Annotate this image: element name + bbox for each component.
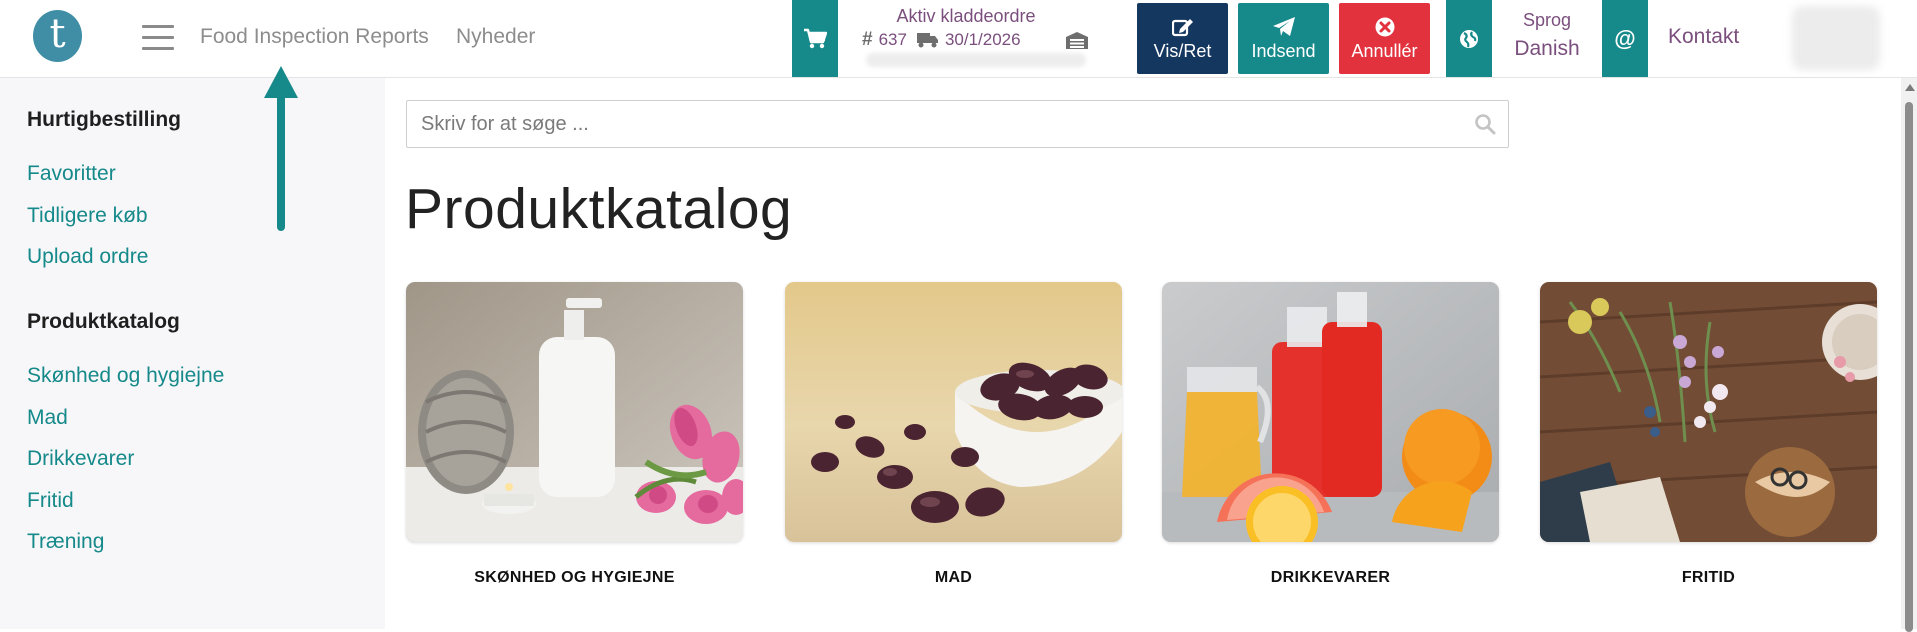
nav-news[interactable]: Nyheder [456, 25, 535, 49]
scrollbar[interactable] [1901, 78, 1917, 632]
nav-food-inspection-reports[interactable]: Food Inspection Reports [200, 25, 429, 49]
quick-order-heading: Hurtigbestilling [27, 108, 181, 131]
sidebar-item-upload-order[interactable]: Upload ordre [27, 245, 148, 269]
sidebar: Hurtigbestilling Favoritter Tidligere kø… [0, 78, 385, 629]
language-label: Sprog [1522, 10, 1572, 30]
category-label[interactable]: MAD [785, 569, 1122, 587]
order-detail-blurred [866, 53, 1086, 67]
cart-button[interactable] [792, 0, 838, 77]
annotation-arrow-icon [264, 66, 298, 231]
category-label[interactable]: SKØNHED OG HYGIEJNE [406, 569, 743, 587]
scroll-up-icon[interactable] [1905, 84, 1915, 91]
scroll-thumb[interactable] [1905, 102, 1913, 632]
sidebar-item-food[interactable]: Mad [27, 406, 68, 430]
edit-icon [1171, 19, 1193, 37]
search-box [406, 100, 1509, 148]
active-draft-order[interactable]: Aktiv kladdeordre # 637 30/1/2026 [838, 0, 1094, 77]
close-circle-icon [1375, 17, 1394, 37]
category-card-leisure[interactable]: FRITID [1540, 282, 1877, 587]
language-value: Danish [1514, 37, 1580, 60]
category-image-beauty-hygiene[interactable] [406, 282, 743, 542]
category-card-drinks[interactable]: DRIKKEVARER [1162, 282, 1499, 587]
avatar[interactable] [1792, 6, 1880, 70]
sidebar-item-drinks[interactable]: Drikkevarer [27, 447, 134, 471]
truck-icon [916, 33, 938, 48]
cancel-button[interactable]: Annullér [1339, 3, 1430, 74]
language-selector[interactable]: Sprog Danish [1492, 0, 1602, 77]
catalog-heading: Produktkatalog [27, 310, 180, 333]
category-image-leisure[interactable] [1540, 282, 1877, 542]
paper-plane-icon [1272, 17, 1295, 36]
view-edit-label: Vis/Ret [1153, 41, 1212, 61]
contact-button[interactable]: @ [1602, 0, 1648, 77]
category-image-food[interactable] [785, 282, 1122, 542]
at-icon: @ [1614, 25, 1636, 51]
order-title: Aktiv kladdeordre [896, 6, 1036, 26]
language-button[interactable] [1446, 0, 1492, 77]
submit-button[interactable]: Indsend [1238, 3, 1329, 74]
sidebar-item-previous-purchases[interactable]: Tidligere køb [27, 204, 148, 228]
logo[interactable]: t [33, 10, 82, 62]
sidebar-item-training[interactable]: Træning [27, 530, 104, 554]
category-card-beauty-hygiene[interactable]: SKØNHED OG HYGIEJNE [406, 282, 743, 587]
page-title: Produktkatalog [405, 177, 793, 241]
search-icon[interactable] [1474, 113, 1496, 135]
search-input[interactable] [421, 101, 1461, 147]
sidebar-item-beauty-hygiene[interactable]: Skønhed og hygiejne [27, 364, 224, 388]
contact-link[interactable]: Kontakt [1668, 25, 1739, 49]
cancel-label: Annullér [1351, 41, 1418, 61]
category-card-food[interactable]: MAD [785, 282, 1122, 587]
submit-label: Indsend [1251, 41, 1316, 61]
category-image-drinks[interactable] [1162, 282, 1499, 542]
logo-letter: t [49, 11, 66, 57]
order-info: # 637 30/1/2026 [862, 29, 1021, 51]
warehouse-icon [1066, 32, 1088, 49]
globe-icon [1460, 29, 1478, 48]
sidebar-item-leisure[interactable]: Fritid [27, 489, 74, 513]
view-edit-button[interactable]: Vis/Ret [1137, 3, 1228, 74]
delivery-date: 30/1/2026 [944, 30, 1021, 49]
cart-icon [804, 28, 827, 48]
menu-icon[interactable] [142, 25, 174, 51]
sidebar-item-favorites[interactable]: Favoritter [27, 162, 116, 186]
category-label[interactable]: DRIKKEVARER [1162, 569, 1499, 587]
category-label[interactable]: FRITID [1540, 569, 1877, 587]
order-number: 637 [878, 30, 907, 49]
hash-icon: # [862, 29, 873, 50]
